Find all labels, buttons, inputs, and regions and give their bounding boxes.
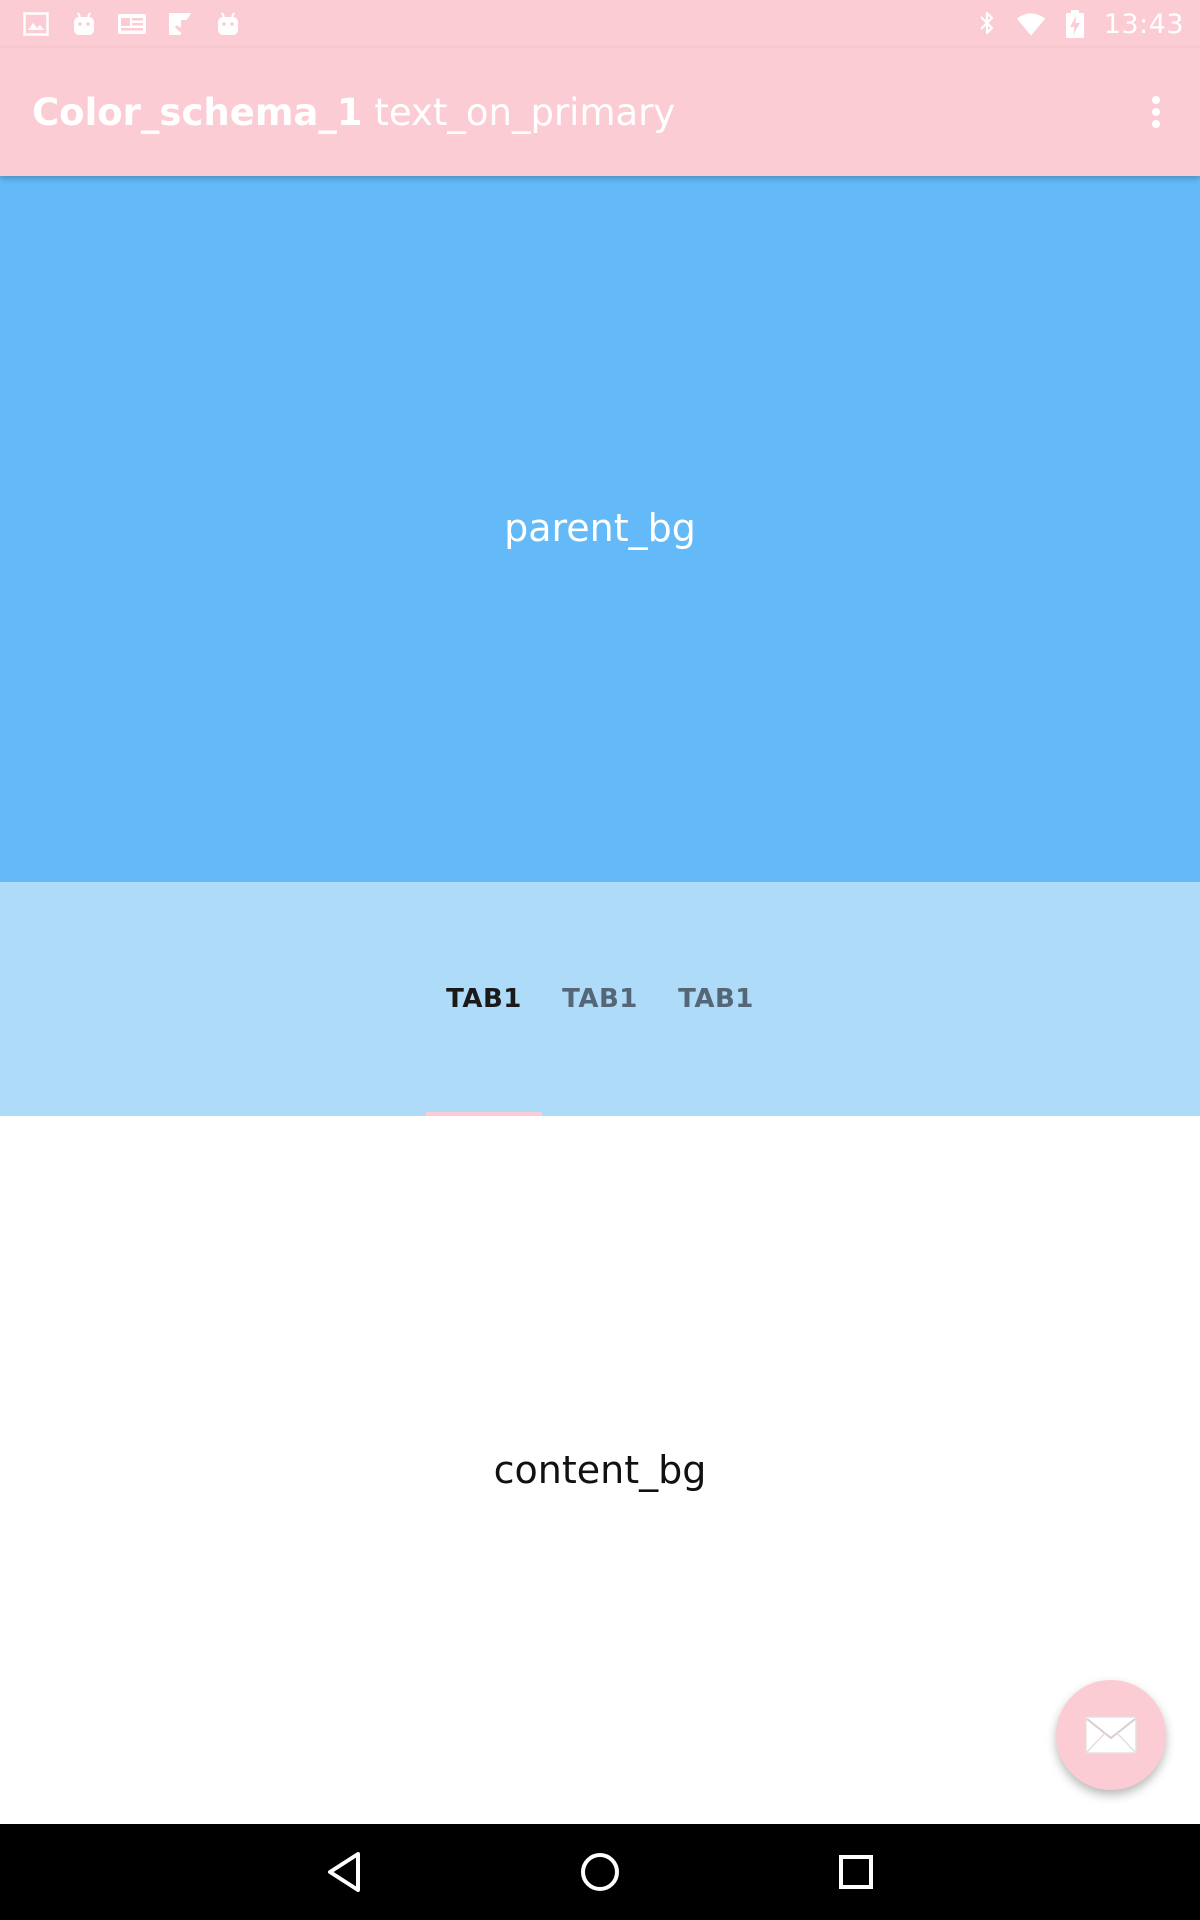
more-vertical-icon xyxy=(1152,96,1160,128)
app-subtitle-text: text_on_primary xyxy=(374,91,676,134)
parent-label: parent_bg xyxy=(504,506,696,550)
android-icon xyxy=(68,8,100,40)
bluetooth-icon xyxy=(972,8,1002,40)
recents-icon xyxy=(839,1855,873,1889)
back-icon xyxy=(328,1852,360,1892)
tab-1[interactable]: TAB1 xyxy=(426,882,542,1116)
parent-area: parent_bg xyxy=(0,176,1200,882)
notification-icons xyxy=(20,8,244,40)
navigation-bar xyxy=(0,1824,1200,1920)
app-title-text: Color_schema_1 xyxy=(32,91,363,134)
overflow-menu-button[interactable] xyxy=(1132,88,1180,136)
email-fab-button[interactable] xyxy=(1056,1680,1166,1790)
status-time: 13:43 xyxy=(1103,8,1184,40)
play-store-icon xyxy=(164,8,196,40)
wifi-icon xyxy=(1016,8,1046,40)
recents-button[interactable] xyxy=(824,1840,888,1904)
status-bar: 13:43 xyxy=(0,0,1200,48)
app-title: Color_schema_1 text_on_primary xyxy=(32,91,675,134)
home-button[interactable] xyxy=(568,1840,632,1904)
news-icon xyxy=(116,8,148,40)
email-icon xyxy=(1085,1716,1137,1754)
image-icon xyxy=(20,8,52,40)
app-bar: Color_schema_1 text_on_primary xyxy=(0,48,1200,176)
tab-indicator xyxy=(426,1112,542,1116)
tab-3[interactable]: TAB1 xyxy=(658,882,774,1116)
system-status: 13:43 xyxy=(972,6,1184,42)
content-area: content_bg xyxy=(0,1116,1200,1824)
battery-charging-icon xyxy=(1060,8,1090,40)
tab-bar: TAB1 TAB1 TAB1 xyxy=(0,882,1200,1116)
content-label: content_bg xyxy=(493,1448,707,1492)
back-button[interactable] xyxy=(312,1840,376,1904)
tab-2[interactable]: TAB1 xyxy=(542,882,658,1116)
android-icon xyxy=(212,8,244,40)
home-icon xyxy=(581,1853,619,1891)
